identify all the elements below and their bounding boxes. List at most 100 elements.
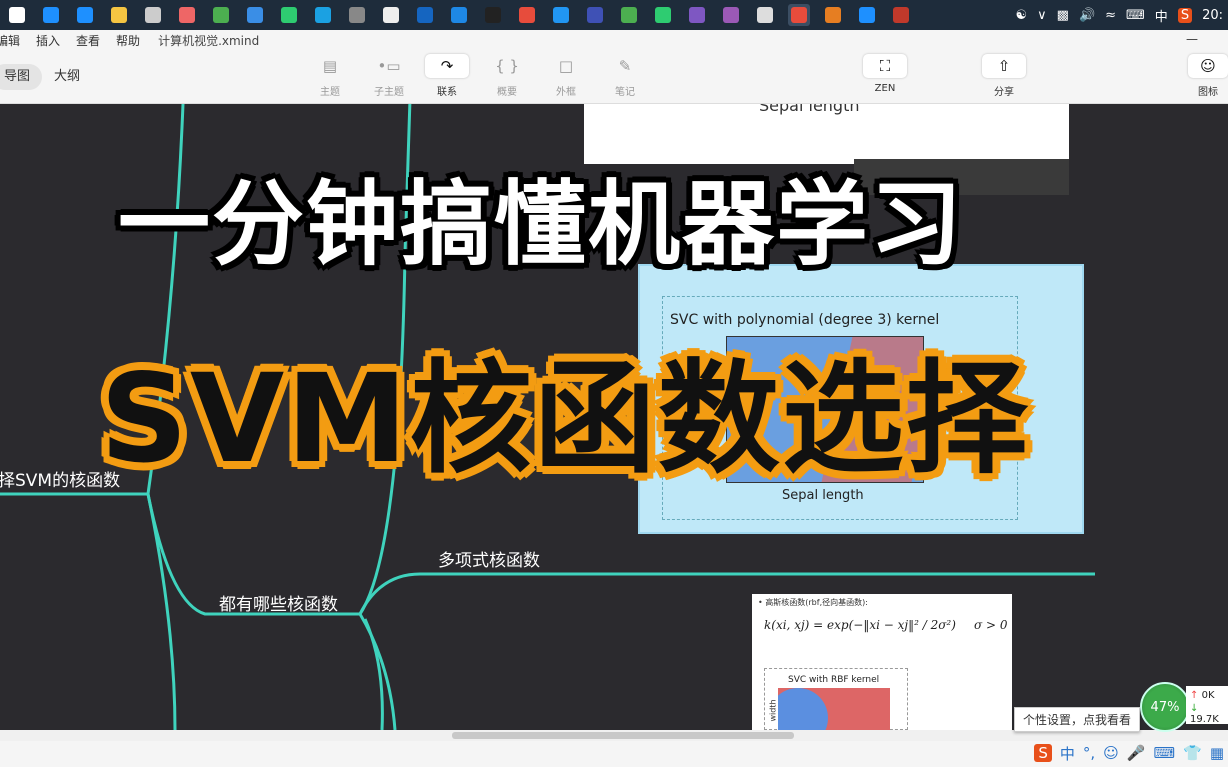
wechat-icon-glyph: [281, 7, 297, 23]
topic-button[interactable]: ▤ 主题: [305, 54, 355, 98]
network-icon[interactable]: ▩: [1057, 8, 1069, 23]
vscode-icon[interactable]: [448, 4, 470, 26]
app-icon[interactable]: [346, 4, 368, 26]
ime-indicator[interactable]: 中: [1155, 6, 1168, 25]
mcafee-icon[interactable]: [890, 4, 912, 26]
app-icon[interactable]: [822, 4, 844, 26]
microphone-icon[interactable]: 🎤: [1127, 744, 1146, 762]
zen-label: ZEN: [874, 83, 896, 94]
ime-toolbar: S 中 °, ☺ 🎤 ⌨ 👕 ▦: [1030, 739, 1228, 767]
explorer-icon[interactable]: [108, 4, 130, 26]
xmind-icon[interactable]: [788, 4, 810, 26]
performance-gauge[interactable]: 47%: [1140, 682, 1190, 732]
rbf-ylabel: width: [768, 699, 778, 722]
ie-icon[interactable]: [856, 4, 878, 26]
app-icon[interactable]: [584, 4, 606, 26]
outlook-icon[interactable]: [414, 4, 436, 26]
skin-icon[interactable]: 👕: [1183, 744, 1202, 762]
smiley-icon: ☺: [1188, 54, 1228, 78]
app-icon[interactable]: [618, 4, 640, 26]
people-icon[interactable]: ☯: [1015, 8, 1027, 23]
image-card-rbf[interactable]: • 高斯核函数(rbf,径向基函数): k(xi, xj) = exp(−‖xi…: [752, 594, 1012, 730]
icon-panel-label: 图标: [1198, 87, 1218, 98]
subtopic-label: 子主题: [374, 87, 404, 98]
toolbox-icon[interactable]: ▦: [1210, 744, 1224, 762]
explorer-icon-glyph: [111, 7, 127, 23]
settings-icon-glyph: [757, 7, 773, 23]
toolbar: 导图 大纲 ▤ 主题 •▭ 子主题 ↷ 联系 { } 概要 □ 外框 ✎ 笔记 …: [0, 50, 1228, 104]
code-icon[interactable]: [482, 4, 504, 26]
chrome-icon-glyph: [213, 7, 229, 23]
boundary-button[interactable]: □ 外框: [541, 54, 591, 98]
visualstudio-icon[interactable]: [720, 4, 742, 26]
summary-button[interactable]: { } 概要: [482, 54, 532, 98]
app-icon[interactable]: [686, 4, 708, 26]
scrollbar-thumb[interactable]: [452, 732, 794, 739]
store-icon[interactable]: [142, 4, 164, 26]
relationship-button[interactable]: ↷ 联系: [422, 54, 472, 98]
mcafee-icon-glyph: [893, 7, 909, 23]
app-icon[interactable]: [176, 4, 198, 26]
tab-mindmap[interactable]: 导图: [0, 64, 43, 90]
relationship-icon: ↷: [425, 54, 469, 78]
menu-help[interactable]: 帮助: [116, 32, 140, 49]
app-icon-glyph: [621, 7, 637, 23]
topic-polynomial-kernel[interactable]: 多项式核函数: [438, 546, 540, 571]
app-icon-glyph: [349, 7, 365, 23]
edge-icon-glyph: [77, 7, 93, 23]
share-label: 分享: [994, 87, 1014, 98]
settings-icon[interactable]: [754, 4, 776, 26]
store-icon-glyph: [145, 7, 161, 23]
wifi-icon[interactable]: ≈: [1105, 8, 1116, 23]
windows-taskbar: ☯ ∨ ▩ 🔊 ≈ ⌨ 中 S 20:: [0, 0, 1228, 30]
keyboard-icon[interactable]: ⌨: [1153, 744, 1175, 762]
app-icon[interactable]: [380, 4, 402, 26]
menu-edit[interactable]: 编辑: [0, 32, 20, 49]
edge-icon[interactable]: [74, 4, 96, 26]
ime-tooltip: 个性设置，点我看看: [1014, 707, 1141, 732]
task-view-icon[interactable]: [6, 4, 28, 26]
sogou-icon[interactable]: S: [1177, 7, 1193, 23]
ime-punct[interactable]: °,: [1083, 744, 1095, 762]
net-down: 19.7K: [1190, 714, 1219, 725]
tab-outline[interactable]: 大纲: [42, 64, 92, 90]
visualstudio-icon-glyph: [723, 7, 739, 23]
tray-chevron-icon[interactable]: ∨: [1037, 8, 1047, 23]
app-icon[interactable]: [652, 4, 674, 26]
app-icon-glyph: [655, 7, 671, 23]
chrome-icon[interactable]: [210, 4, 232, 26]
sogou-logo-icon[interactable]: S: [1034, 744, 1052, 762]
overlay-title-line1: 一分钟搞懂机器学习: [118, 171, 965, 278]
share-button[interactable]: ⇧ 分享: [979, 54, 1029, 98]
menu-view[interactable]: 查看: [76, 32, 100, 49]
subtopic-button[interactable]: •▭ 子主题: [364, 54, 414, 98]
icon-panel-button[interactable]: ☺ 图标: [1188, 54, 1228, 98]
down-arrow-icon: ↓: [1190, 703, 1199, 714]
qq-icon[interactable]: [516, 4, 538, 26]
relationship-label: 联系: [437, 87, 457, 98]
app-icon-glyph: [179, 7, 195, 23]
boundary-label: 外框: [556, 87, 576, 98]
rbf-condition: σ > 0: [974, 618, 1008, 632]
ime-lang[interactable]: 中: [1060, 743, 1075, 764]
subtopic-icon: •▭: [377, 57, 401, 75]
note-button[interactable]: ✎ 笔记: [600, 54, 650, 98]
emoji-icon[interactable]: ☺: [1103, 744, 1119, 762]
app-icon[interactable]: [244, 4, 266, 26]
app-icon[interactable]: [550, 4, 572, 26]
topic-which-kernels[interactable]: 都有哪些核函数: [219, 590, 338, 615]
jetbrains-icon[interactable]: [312, 4, 334, 26]
zen-button[interactable]: ⛶ ZEN: [860, 54, 910, 94]
ie-icon[interactable]: [40, 4, 62, 26]
keyboard-icon[interactable]: ⌨: [1126, 8, 1145, 23]
menu-insert[interactable]: 插入: [36, 32, 60, 49]
clock[interactable]: 20:: [1202, 8, 1223, 23]
rbf-formula: k(xi, xj) = exp(−‖xi − xj‖² / 2σ²): [764, 618, 956, 632]
minimize-button[interactable]: —: [1186, 32, 1198, 46]
menu-bar: 编辑 插入 查看 帮助 计算机视觉.xmind —: [0, 30, 1228, 50]
up-arrow-icon: ↑: [1190, 690, 1199, 701]
summary-icon: { }: [495, 57, 519, 75]
volume-icon[interactable]: 🔊: [1079, 8, 1095, 23]
ie-icon-glyph: [43, 7, 59, 23]
wechat-icon[interactable]: [278, 4, 300, 26]
